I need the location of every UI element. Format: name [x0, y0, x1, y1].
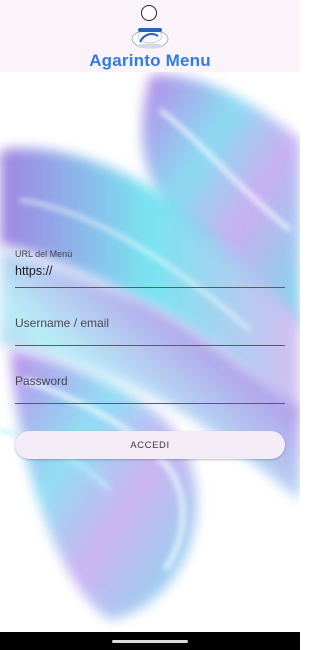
menu-url-value[interactable]: https://: [15, 264, 53, 278]
menu-url-underline: [15, 287, 285, 288]
gesture-nav-handle[interactable]: [112, 640, 188, 643]
username-underline: [15, 345, 285, 346]
menu-url-label: URL del Menù: [15, 249, 73, 259]
username-field[interactable]: Username / email: [15, 314, 285, 348]
app-title: Agarinto Menu: [89, 51, 211, 70]
chef-hat-logo-icon: [131, 28, 169, 49]
password-underline: [15, 403, 285, 404]
username-placeholder: Username / email: [15, 316, 110, 330]
login-screen: Agarinto Menu URL del Menù https:// User…: [0, 0, 300, 650]
menu-url-field[interactable]: URL del Menù https://: [15, 249, 285, 289]
password-field[interactable]: Password: [15, 372, 285, 406]
login-button[interactable]: ACCEDI: [15, 431, 285, 459]
front-camera-icon: [141, 5, 157, 21]
app-header: Agarinto Menu: [0, 0, 300, 72]
password-placeholder: Password: [15, 374, 68, 388]
